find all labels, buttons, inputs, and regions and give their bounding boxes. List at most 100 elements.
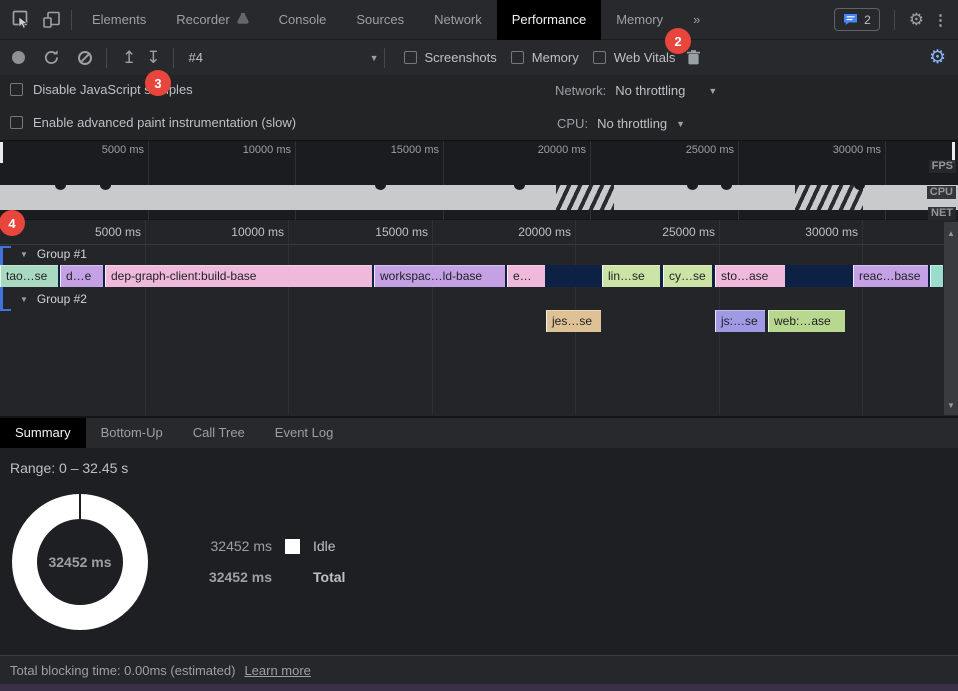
learn-more-link[interactable]: Learn more [244, 663, 310, 678]
donut-center-label: 32452 ms [12, 494, 148, 630]
load-profile-icon[interactable]: ↥ [122, 49, 136, 66]
details-tabbar: SummaryBottom-UpCall TreeEvent Log [0, 417, 958, 448]
flask-icon [237, 12, 249, 28]
save-profile-icon[interactable]: ↧ [146, 49, 160, 66]
tick-label: 30000 ms [761, 144, 881, 156]
checkbox-label: Memory [532, 50, 579, 65]
scroll-up-icon[interactable]: ▲ [947, 229, 955, 238]
tick-label: 20000 ms [451, 225, 571, 239]
legend-label: Total [313, 569, 345, 585]
console-messages-button[interactable]: 2 [834, 8, 880, 31]
tab-sources[interactable]: Sources [341, 0, 419, 40]
cpu-throttling: CPU: No throttling ▼ [557, 116, 685, 131]
device-toolbar-icon[interactable] [36, 5, 66, 35]
network-throttling: Network: No throttling ▼ [555, 83, 717, 98]
group-1-bars-row: tao…sed…edep-graph-client:build-basework… [0, 265, 943, 287]
divider [384, 48, 385, 68]
timeline-bar[interactable]: reac…base [853, 265, 928, 287]
group-header-1[interactable]: ▼ Group #1 [20, 247, 87, 261]
reload-record-icon[interactable] [43, 49, 60, 66]
summary-pane: Range: 0 – 32.45 s 32452 ms 32452 msIdle… [0, 448, 958, 655]
tab-console[interactable]: Console [264, 0, 342, 40]
timeline-bar[interactable]: sto…ase [715, 265, 785, 287]
checkbox-box[interactable] [404, 51, 417, 64]
donut-legend: 32452 msIdle32452 msTotal [208, 536, 345, 598]
checkbox-web-vitals[interactable]: Web Vitals [593, 50, 676, 65]
toolbar-checkboxes: Screenshots Memory Web Vitals [390, 50, 676, 65]
settings-gear-icon[interactable]: ⚙ [909, 10, 924, 30]
group-header-2[interactable]: ▼ Group #2 [20, 292, 87, 306]
chevron-down-icon[interactable]: ▼ [676, 119, 685, 129]
checkbox-screenshots[interactable]: Screenshots [404, 50, 497, 65]
legend-label: Idle [313, 538, 336, 554]
timeline-bar[interactable]: js:…se [715, 310, 765, 332]
tick-label: 15000 ms [319, 144, 439, 156]
group-label: Group #1 [37, 247, 87, 261]
timeline-bar[interactable]: jes…se [546, 310, 601, 332]
tab-label: Recorder [176, 12, 229, 27]
chevron-down-icon[interactable]: ▼ [708, 86, 717, 96]
overview-left-handle[interactable] [0, 142, 3, 163]
capture-settings-gear-icon[interactable]: ⚙ [929, 46, 946, 69]
clear-icon[interactable] [78, 51, 92, 65]
tick-label: 15000 ms [308, 225, 428, 239]
cpu-busy-hatch [795, 185, 863, 210]
timeline-bar[interactable]: cy…se [663, 265, 712, 287]
tab-performance[interactable]: Performance [497, 0, 601, 40]
flame-chart[interactable]: 5000 ms10000 ms15000 ms20000 ms25000 ms3… [0, 220, 958, 417]
timeline-bar[interactable]: d…e [60, 265, 103, 287]
timeline-overview[interactable]: 5000 ms10000 ms15000 ms20000 ms25000 ms3… [0, 140, 958, 220]
divider [894, 10, 895, 30]
step-badge-2: 2 [665, 28, 691, 54]
tabbar-tabs: Elements Recorder ConsoleSources Network Per… [77, 0, 715, 40]
cpu-label: CPU: [557, 116, 588, 131]
checkbox-memory[interactable]: Memory [511, 50, 579, 65]
tick-label: 10000 ms [171, 144, 291, 156]
checkbox-label: Screenshots [425, 50, 497, 65]
collapse-triangle-icon[interactable]: ▼ [20, 295, 28, 304]
checkbox-box[interactable] [511, 51, 524, 64]
paint-instrumentation-checkbox[interactable] [10, 116, 23, 129]
tab-network[interactable]: Network [419, 0, 497, 40]
tab-elements[interactable]: Elements [77, 0, 161, 40]
timeline-bar[interactable]: workspac…ld-base [374, 265, 505, 287]
checkbox-label: Web Vitals [614, 50, 676, 65]
details-tab-event-log[interactable]: Event Log [260, 418, 349, 448]
scroll-down-icon[interactable]: ▼ [947, 401, 955, 410]
inspect-element-icon[interactable] [6, 5, 36, 35]
lane-label-fps: FPS [929, 160, 956, 173]
tick-label: 10000 ms [164, 225, 284, 239]
performance-toolbar: ↥ ↧ #4 ▼ Screenshots Memory Web Vitals ⚙ [0, 40, 958, 75]
kebab-menu-icon[interactable]: ⋮ [933, 11, 948, 29]
cpu-dip [721, 180, 732, 190]
chevron-down-icon: ▼ [370, 53, 379, 63]
tab-recorder[interactable]: Recorder [161, 0, 263, 40]
timeline-bar[interactable]: lin…se [602, 265, 660, 287]
network-throttling-select[interactable]: No throttling [615, 83, 685, 98]
details-tab-call-tree[interactable]: Call Tree [178, 418, 260, 448]
timeline-bar[interactable]: e… [507, 265, 545, 287]
legend-value: 32452 ms [208, 569, 272, 585]
delete-recording-icon[interactable] [687, 50, 700, 65]
tick-label: 5000 ms [21, 225, 141, 239]
timeline-bar[interactable]: tao…se [0, 265, 58, 287]
checkbox-box[interactable] [593, 51, 606, 64]
session-select[interactable]: #4 ▼ [189, 50, 379, 65]
tick-label: 25000 ms [614, 144, 734, 156]
record-icon[interactable] [12, 51, 25, 64]
timeline-bar[interactable] [930, 265, 943, 287]
timeline-bar[interactable]: dep-graph-client:build-base [105, 265, 372, 287]
details-tab-summary[interactable]: Summary [0, 418, 86, 448]
disable-js-samples-checkbox[interactable] [10, 83, 23, 96]
cpu-throttling-select[interactable]: No throttling [597, 116, 667, 131]
timeline-bar[interactable]: web:…ase [768, 310, 845, 332]
tick-label: 20000 ms [466, 144, 586, 156]
tab-label: Network [434, 12, 482, 27]
collapse-triangle-icon[interactable]: ▼ [20, 250, 28, 259]
message-count: 2 [864, 13, 871, 27]
details-tab-bottom-up[interactable]: Bottom-Up [86, 418, 178, 448]
flame-scrollbar[interactable]: ▲ ▼ [944, 222, 958, 415]
tick-label: 25000 ms [595, 225, 715, 239]
step-badge-4: 4 [0, 210, 25, 236]
tab-label: Elements [92, 12, 146, 27]
